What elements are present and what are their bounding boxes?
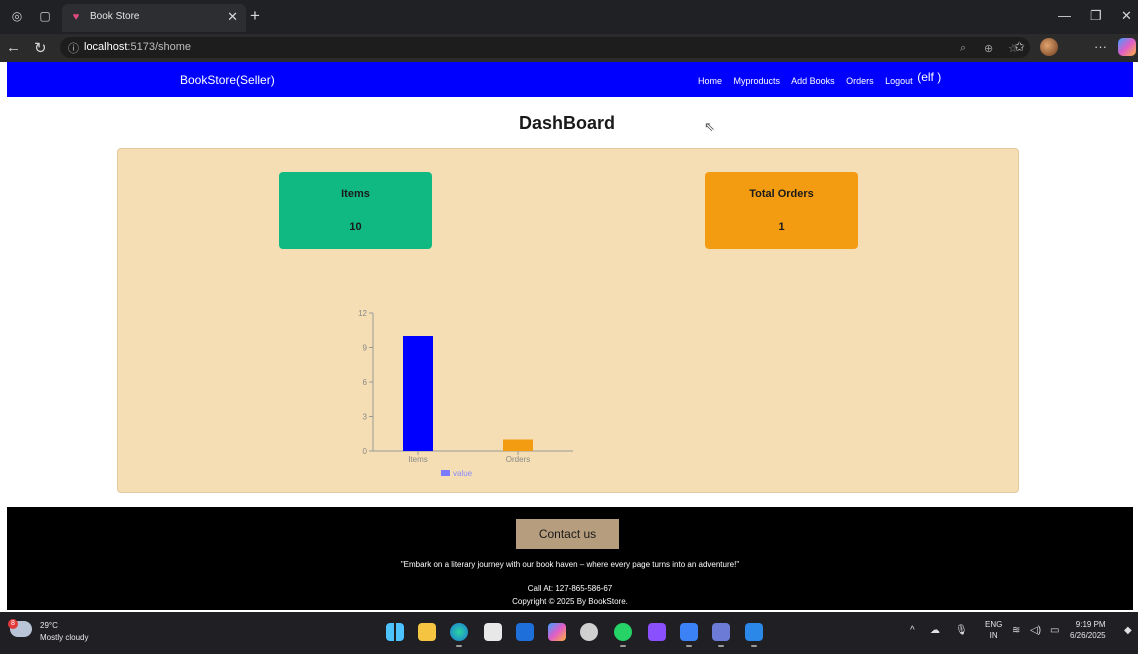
site-navbar: BookStore(Seller) Home Myproducts Add Bo… (7, 62, 1133, 97)
legend-swatch (441, 470, 450, 476)
y-tick-label: 6 (363, 378, 368, 387)
orders-card-label: Total Orders (749, 188, 814, 200)
orders-card-value: 1 (778, 221, 785, 233)
edge-browser-icon[interactable] (450, 623, 468, 647)
browser-tab-strip: ◎ ▢ ♥ Book Store ✕ + — ❐ ✕ (0, 0, 1138, 34)
nav-myproducts-link[interactable]: Myproducts (734, 76, 781, 86)
close-tab-icon[interactable]: ✕ (227, 9, 238, 25)
browser-tab[interactable]: ♥ Book Store ✕ (62, 4, 246, 32)
site-footer: Contact us "Embark on a literary journey… (7, 507, 1133, 610)
zoom-icon[interactable]: ⊕ (984, 42, 993, 55)
logout-username: (elf ) (917, 70, 942, 84)
copilot-icon[interactable] (1118, 38, 1136, 56)
whatsapp-icon[interactable] (614, 623, 632, 647)
app-e-icon[interactable] (648, 623, 666, 641)
back-icon[interactable]: ← (6, 39, 21, 56)
microphone-icon[interactable]: 🎙 (955, 625, 968, 636)
weather-condition: Mostly cloudy (40, 633, 89, 642)
bar-orders (503, 439, 533, 451)
tab-actions-icon[interactable]: ▢ (38, 9, 52, 23)
y-tick-label: 0 (363, 447, 368, 456)
footer-phone: Call At: 127-865-586-67 (527, 584, 613, 593)
notes-icon[interactable] (680, 623, 698, 647)
minimize-icon[interactable]: — (1058, 8, 1071, 23)
file-explorer-icon[interactable] (418, 623, 436, 641)
new-tab-icon[interactable]: + (250, 6, 260, 26)
start-menu-icon[interactable] (386, 623, 404, 641)
orders-card: Total Orders 1 (705, 172, 858, 249)
nav-orders-link[interactable]: Orders (846, 76, 874, 86)
nav-home-link[interactable]: Home (698, 76, 722, 86)
x-tick-label: Items (408, 455, 428, 464)
legend-label: value (453, 469, 473, 478)
onedrive-icon[interactable]: ☁ (930, 625, 940, 636)
nav-links: Home Myproducts Add Books Orders Logout … (698, 70, 950, 87)
battery-icon[interactable]: ▭ (1050, 625, 1059, 636)
outlook-icon[interactable] (516, 623, 534, 641)
bar-chart: 0 3 6 9 12 Items Orders value (358, 309, 573, 478)
extension-avatar-icon[interactable] (1040, 38, 1058, 56)
footer-copyright: Copyright © 2025 By BookStore. (512, 597, 628, 606)
footer-quote: "Embark on a literary journey with our b… (400, 560, 740, 569)
store-icon[interactable] (484, 623, 502, 641)
brand-title[interactable]: BookStore(Seller) (180, 73, 275, 87)
chatgpt-icon[interactable] (580, 623, 598, 641)
windows-taskbar: 8 29°C Mostly cloudy ^ ☁ 🎙 ENG IN ≋ ◁) ▭… (0, 612, 1138, 654)
contact-us-button[interactable]: Contact us (516, 519, 619, 549)
address-bar[interactable]: ⓘ localhost:5173/shome ⌕ ⊕ ☆ (60, 37, 1030, 58)
favorites-icon[interactable]: ✩ (1014, 39, 1025, 55)
workspaces-icon[interactable]: ◎ (10, 9, 24, 23)
page-title: DashBoard (518, 113, 616, 133)
language-indicator[interactable]: ENG IN (985, 619, 1002, 641)
y-tick-label: 3 (363, 413, 368, 422)
system-clock[interactable]: 9:19 PM 6/26/2025 (1070, 619, 1106, 641)
main-content: DashBoard ⇖ Items 10 Total Orders 1 0 3 6 9… (7, 97, 1133, 507)
nav-logout-link[interactable]: Logout (885, 76, 913, 86)
copilot-app-icon[interactable] (548, 623, 566, 641)
notifications-icon[interactable]: ◆ (1124, 625, 1132, 636)
mouse-cursor-icon: ⇖ (704, 119, 715, 134)
remote-desktop-icon[interactable] (712, 623, 730, 647)
tab-title: Book Store (90, 11, 140, 22)
dashboard-panel: Items 10 Total Orders 1 0 3 6 9 12 Items Order… (117, 148, 1019, 493)
more-options-icon[interactable]: ··· (1094, 39, 1107, 54)
site-favicon-icon: ♥ (72, 11, 80, 23)
nav-add-books-link[interactable]: Add Books (791, 76, 835, 86)
region-code: IN (989, 631, 998, 640)
vscode-icon[interactable] (745, 623, 763, 647)
site-info-icon[interactable]: ⓘ (68, 40, 79, 56)
language-code: ENG (985, 620, 1003, 629)
x-tick-label: Orders (506, 455, 530, 464)
wifi-icon[interactable]: ≋ (1012, 625, 1020, 636)
browser-toolbar: ← ↻ ⓘ localhost:5173/shome ⌕ ⊕ ☆ ✩ ··· (0, 34, 1138, 62)
weather-temperature: 29°C (40, 621, 58, 630)
restore-icon[interactable]: ❐ (1090, 8, 1102, 24)
items-card-label: Items (341, 188, 370, 200)
url-text: localhost:5173/shome (84, 41, 192, 53)
refresh-icon[interactable]: ↻ (34, 39, 47, 57)
weather-badge: 8 (8, 619, 18, 629)
bar-items (403, 336, 433, 451)
clock-time: 9:19 PM (1075, 620, 1106, 629)
show-hidden-icons-icon[interactable]: ^ (910, 625, 915, 636)
y-tick-label: 9 (363, 344, 368, 353)
y-tick-label: 12 (358, 309, 367, 318)
clock-date: 6/26/2025 (1070, 631, 1106, 640)
close-window-icon[interactable]: ✕ (1121, 8, 1132, 24)
read-aloud-icon[interactable]: ⌕ (960, 42, 966, 55)
volume-icon[interactable]: ◁) (1030, 625, 1041, 636)
items-card-value: 10 (349, 221, 362, 233)
items-card: Items 10 (279, 172, 432, 249)
